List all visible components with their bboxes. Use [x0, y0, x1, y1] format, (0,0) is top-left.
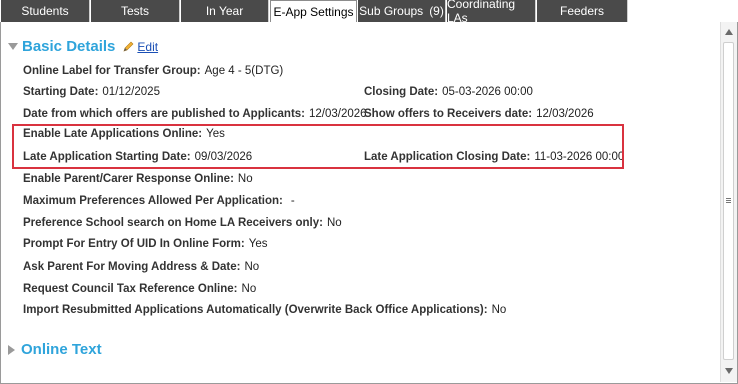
offers-published-row: Date from which offers are published to … [23, 108, 367, 120]
field-label: Starting Date: [23, 86, 99, 98]
expand-triangle-icon[interactable] [8, 344, 15, 355]
field-label: Ask Parent For Moving Address & Date: [23, 261, 241, 273]
import-resubmitted-row: Import Resubmitted Applications Automati… [23, 304, 506, 316]
tab-tests[interactable]: Tests [91, 0, 180, 22]
tab-sub-groups[interactable]: Sub Groups (9) [358, 0, 446, 22]
tab-coordinating-las[interactable]: Coordinating LAs [447, 0, 536, 25]
online-text-header[interactable]: Online Text [8, 341, 102, 358]
field-label: Preference School search on Home LA Rece… [23, 217, 323, 229]
field-value: 01/12/2025 [102, 86, 160, 98]
section-title: Online Text [21, 341, 102, 358]
field-label: Online Label for Transfer Group: [23, 65, 201, 77]
grip-line [726, 202, 731, 203]
online-label-row: Online Label for Transfer Group: Age 4 - … [23, 65, 283, 77]
field-label: Maximum Preferences Allowed Per Applicat… [23, 195, 283, 207]
field-value: No [237, 173, 253, 185]
section-title: Basic Details [22, 38, 116, 55]
field-label: Prompt For Entry Of UID In Online Form: [23, 238, 245, 250]
edit-control[interactable]: Edit [123, 40, 158, 54]
council-tax-row: Request Council Tax Reference Online: No [23, 283, 256, 295]
field-value: No [491, 304, 507, 316]
field-label: Import Resubmitted Applications Automati… [23, 304, 488, 316]
scrollbar-thumb[interactable] [723, 42, 734, 360]
field-value: 12/03/2026 [309, 108, 367, 120]
pencil-icon [123, 41, 134, 52]
tab-label: In Year [205, 4, 244, 18]
grip-line [726, 200, 731, 201]
tab-bar: Students Tests In Year E-App Settings Su… [0, 0, 738, 25]
prompt-uid-row: Prompt For Entry Of UID In Online Form: Y… [23, 238, 267, 250]
vertical-scrollbar[interactable] [720, 22, 737, 382]
tab-e-app-settings[interactable]: E-App Settings [270, 0, 357, 22]
field-value: No [241, 283, 257, 295]
tab-in-year[interactable]: In Year [181, 0, 269, 22]
parent-response-row: Enable Parent/Carer Response Online: No [23, 173, 253, 185]
highlight-box [12, 124, 624, 169]
pref-search-row: Preference School search on Home LA Rece… [23, 217, 342, 229]
content-panel: Basic Details Edit Online Label for Tran… [0, 22, 720, 382]
grip-line [726, 198, 731, 199]
closing-date-row: Closing Date: 05-03-2026 00:00 [364, 86, 533, 98]
field-label: Request Council Tax Reference Online: [23, 283, 238, 295]
tab-label: Students [21, 4, 69, 18]
field-label: Date from which offers are published to … [23, 108, 305, 120]
starting-date-row: Starting Date: 01/12/2025 [23, 86, 160, 98]
offers-receivers-row: Show offers to Receivers date: 12/03/2026 [364, 108, 594, 120]
scroll-up-arrow-icon[interactable] [725, 29, 733, 35]
tab-students[interactable]: Students [1, 0, 90, 22]
max-prefs-row: Maximum Preferences Allowed Per Applicat… [23, 195, 295, 207]
tab-label: Tests [120, 4, 149, 18]
tab-count-badge: (9) [429, 4, 444, 18]
field-label: Show offers to Receivers date: [364, 108, 533, 120]
tab-label: Feeders [559, 4, 605, 18]
field-value: Yes [248, 238, 268, 250]
field-label: Enable Parent/Carer Response Online: [23, 173, 234, 185]
tab-feeders[interactable]: Feeders [537, 0, 628, 22]
field-value: - [290, 195, 295, 207]
field-value: 12/03/2026 [536, 108, 594, 120]
field-value: Age 4 - 5(DTG) [204, 65, 284, 77]
tab-label: Sub Groups [359, 4, 424, 18]
field-value: No [244, 261, 260, 273]
field-value: 05-03-2026 00:00 [442, 86, 533, 98]
field-label: Closing Date: [364, 86, 439, 98]
scroll-down-arrow-icon[interactable] [725, 368, 733, 374]
basic-details-header: Basic Details Edit [8, 38, 158, 55]
collapse-triangle-icon[interactable] [8, 43, 18, 50]
tab-label: E-App Settings [273, 4, 354, 19]
moving-address-row: Ask Parent For Moving Address & Date: No [23, 261, 259, 273]
edit-link[interactable]: Edit [137, 40, 158, 54]
field-value: No [326, 217, 342, 229]
